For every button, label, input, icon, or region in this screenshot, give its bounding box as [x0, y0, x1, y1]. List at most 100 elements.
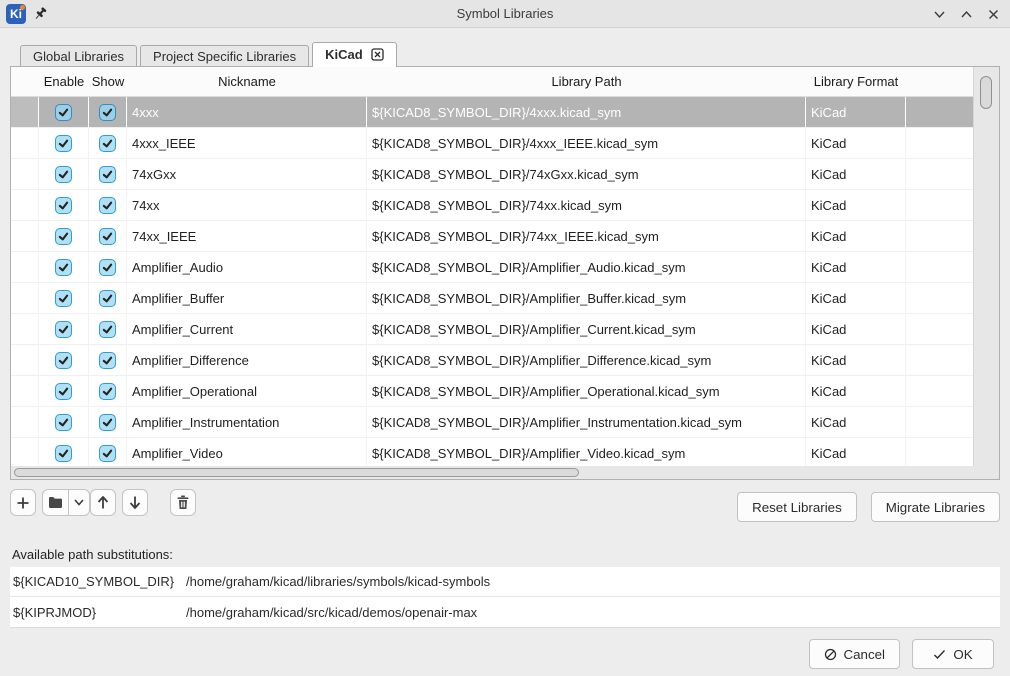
library-format-cell[interactable]: KiCad	[806, 314, 906, 344]
enable-checkbox[interactable]	[55, 104, 72, 121]
library-format-cell[interactable]: KiCad	[806, 438, 906, 468]
tab-close-icon[interactable]	[371, 48, 384, 61]
nickname-cell[interactable]: 4xxx_IEEE	[127, 128, 367, 158]
reset-libraries-button[interactable]: Reset Libraries	[737, 492, 857, 522]
show-checkbox[interactable]	[99, 135, 116, 152]
row-selector-cell[interactable]	[11, 345, 39, 375]
row-selector-cell[interactable]	[11, 438, 39, 468]
library-path-cell[interactable]: ${KICAD8_SYMBOL_DIR}/74xx_IEEE.kicad_sym	[367, 221, 806, 251]
nickname-cell[interactable]: Amplifier_Audio	[127, 252, 367, 282]
library-path-cell[interactable]: ${KICAD8_SYMBOL_DIR}/Amplifier_Video.kic…	[367, 438, 806, 468]
maximize-icon[interactable]	[959, 7, 973, 21]
enable-checkbox[interactable]	[55, 383, 72, 400]
row-selector-cell[interactable]	[11, 97, 39, 127]
library-path-cell[interactable]: ${KICAD8_SYMBOL_DIR}/74xGxx.kicad_sym	[367, 159, 806, 189]
enable-checkbox[interactable]	[55, 352, 72, 369]
row-selector-cell[interactable]	[11, 376, 39, 406]
row-selector-cell[interactable]	[11, 407, 39, 437]
close-icon[interactable]	[986, 7, 1000, 21]
nickname-cell[interactable]: 4xxx	[127, 97, 367, 127]
row-selector-cell[interactable]	[11, 128, 39, 158]
nickname-cell[interactable]: Amplifier_Difference	[127, 345, 367, 375]
show-checkbox[interactable]	[99, 166, 116, 183]
library-row[interactable]: Amplifier_Current ${KICAD8_SYMBOL_DIR}/A…	[11, 314, 973, 345]
library-tab[interactable]: KiCad	[312, 42, 397, 66]
cancel-button[interactable]: Cancel	[809, 639, 901, 669]
enable-checkbox[interactable]	[55, 321, 72, 338]
row-selector-cell[interactable]	[11, 314, 39, 344]
horizontal-scrollbar-thumb[interactable]	[14, 468, 579, 477]
browse-library-button[interactable]	[42, 489, 69, 516]
show-checkbox[interactable]	[99, 414, 116, 431]
migrate-libraries-button[interactable]: Migrate Libraries	[871, 492, 1000, 522]
library-format-cell[interactable]: KiCad	[806, 345, 906, 375]
row-selector-cell[interactable]	[11, 252, 39, 282]
library-path-cell[interactable]: ${KICAD8_SYMBOL_DIR}/Amplifier_Buffer.ki…	[367, 283, 806, 313]
show-checkbox[interactable]	[99, 290, 116, 307]
library-row[interactable]: 74xx ${KICAD8_SYMBOL_DIR}/74xx.kicad_sym…	[11, 190, 973, 221]
library-format-cell[interactable]: KiCad	[806, 221, 906, 251]
nickname-cell[interactable]: 74xx_IEEE	[127, 221, 367, 251]
move-down-button[interactable]	[122, 489, 148, 516]
delete-row-button[interactable]	[170, 489, 196, 516]
library-row[interactable]: Amplifier_Difference ${KICAD8_SYMBOL_DIR…	[11, 345, 973, 376]
vertical-scrollbar[interactable]	[973, 67, 999, 466]
enable-checkbox[interactable]	[55, 135, 72, 152]
add-row-button[interactable]	[10, 489, 36, 516]
show-checkbox[interactable]	[99, 445, 116, 462]
library-path-cell[interactable]: ${KICAD8_SYMBOL_DIR}/Amplifier_Differenc…	[367, 345, 806, 375]
enable-checkbox[interactable]	[55, 290, 72, 307]
show-checkbox[interactable]	[99, 352, 116, 369]
library-path-cell[interactable]: ${KICAD8_SYMBOL_DIR}/Amplifier_Audio.kic…	[367, 252, 806, 282]
library-path-cell[interactable]: ${KICAD8_SYMBOL_DIR}/4xxx_IEEE.kicad_sym	[367, 128, 806, 158]
library-path-cell[interactable]: ${KICAD8_SYMBOL_DIR}/4xxx.kicad_sym	[367, 97, 806, 127]
ok-button[interactable]: OK	[912, 639, 994, 669]
library-format-cell[interactable]: KiCad	[806, 252, 906, 282]
library-tab[interactable]: Project Specific Libraries	[140, 45, 309, 66]
enable-checkbox[interactable]	[55, 166, 72, 183]
enable-checkbox[interactable]	[55, 445, 72, 462]
library-row[interactable]: Amplifier_Video ${KICAD8_SYMBOL_DIR}/Amp…	[11, 438, 973, 469]
library-row[interactable]: Amplifier_Instrumentation ${KICAD8_SYMBO…	[11, 407, 973, 438]
nickname-cell[interactable]: Amplifier_Operational	[127, 376, 367, 406]
browse-library-dropdown[interactable]	[69, 489, 90, 516]
nickname-cell[interactable]: Amplifier_Instrumentation	[127, 407, 367, 437]
library-format-cell[interactable]: KiCad	[806, 407, 906, 437]
minimize-icon[interactable]	[932, 7, 946, 21]
library-format-cell[interactable]: KiCad	[806, 128, 906, 158]
library-format-cell[interactable]: KiCad	[806, 190, 906, 220]
library-format-cell[interactable]: KiCad	[806, 376, 906, 406]
show-checkbox[interactable]	[99, 383, 116, 400]
nickname-cell[interactable]: 74xGxx	[127, 159, 367, 189]
library-row[interactable]: 74xGxx ${KICAD8_SYMBOL_DIR}/74xGxx.kicad…	[11, 159, 973, 190]
library-format-cell[interactable]: KiCad	[806, 97, 906, 127]
enable-checkbox[interactable]	[55, 259, 72, 276]
enable-checkbox[interactable]	[55, 228, 72, 245]
show-checkbox[interactable]	[99, 197, 116, 214]
row-selector-cell[interactable]	[11, 159, 39, 189]
library-path-cell[interactable]: ${KICAD8_SYMBOL_DIR}/Amplifier_Instrumen…	[367, 407, 806, 437]
nickname-cell[interactable]: Amplifier_Current	[127, 314, 367, 344]
library-tab[interactable]: Global Libraries	[20, 45, 137, 66]
enable-checkbox[interactable]	[55, 414, 72, 431]
library-path-cell[interactable]: ${KICAD8_SYMBOL_DIR}/74xx.kicad_sym	[367, 190, 806, 220]
row-selector-cell[interactable]	[11, 283, 39, 313]
library-row[interactable]: 74xx_IEEE ${KICAD8_SYMBOL_DIR}/74xx_IEEE…	[11, 221, 973, 252]
library-path-cell[interactable]: ${KICAD8_SYMBOL_DIR}/Amplifier_Current.k…	[367, 314, 806, 344]
nickname-cell[interactable]: Amplifier_Video	[127, 438, 367, 468]
vertical-scrollbar-thumb[interactable]	[980, 76, 992, 109]
show-checkbox[interactable]	[99, 321, 116, 338]
library-format-cell[interactable]: KiCad	[806, 159, 906, 189]
nickname-cell[interactable]: 74xx	[127, 190, 367, 220]
show-checkbox[interactable]	[99, 228, 116, 245]
show-checkbox[interactable]	[99, 259, 116, 276]
library-row[interactable]: Amplifier_Buffer ${KICAD8_SYMBOL_DIR}/Am…	[11, 283, 973, 314]
library-row[interactable]: Amplifier_Operational ${KICAD8_SYMBOL_DI…	[11, 376, 973, 407]
enable-checkbox[interactable]	[55, 197, 72, 214]
library-path-cell[interactable]: ${KICAD8_SYMBOL_DIR}/Amplifier_Operation…	[367, 376, 806, 406]
row-selector-cell[interactable]	[11, 190, 39, 220]
show-checkbox[interactable]	[99, 104, 116, 121]
nickname-cell[interactable]: Amplifier_Buffer	[127, 283, 367, 313]
row-selector-cell[interactable]	[11, 221, 39, 251]
library-row[interactable]: 4xxx ${KICAD8_SYMBOL_DIR}/4xxx.kicad_sym…	[11, 97, 973, 128]
